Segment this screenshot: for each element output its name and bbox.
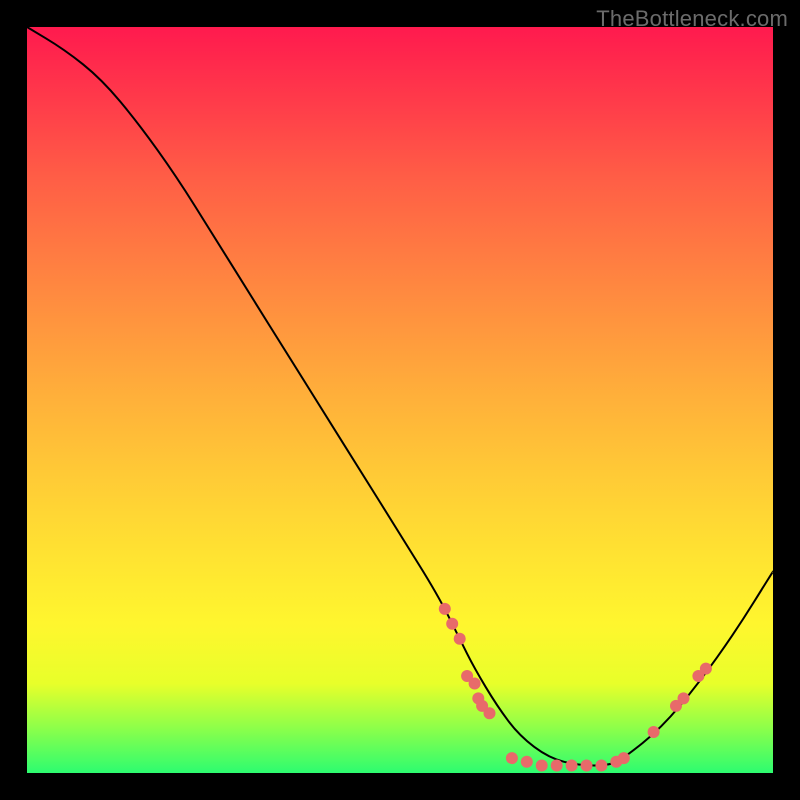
scatter-point bbox=[678, 692, 690, 704]
scatter-point bbox=[700, 663, 712, 675]
scatter-point bbox=[439, 603, 451, 615]
scatter-point bbox=[521, 756, 533, 768]
scatter-point bbox=[581, 760, 593, 772]
scatter-point bbox=[506, 752, 518, 764]
bottleneck-curve bbox=[27, 27, 773, 766]
scatter-point bbox=[454, 633, 466, 645]
chart-svg bbox=[27, 27, 773, 773]
scatter-point bbox=[536, 760, 548, 772]
watermark-text: TheBottleneck.com bbox=[596, 6, 788, 32]
scatter-point bbox=[648, 726, 660, 738]
scatter-point bbox=[469, 678, 481, 690]
scatter-point bbox=[484, 707, 496, 719]
scatter-point bbox=[566, 760, 578, 772]
scatter-point bbox=[595, 760, 607, 772]
scatter-point bbox=[551, 760, 563, 772]
scatter-points-group bbox=[439, 603, 712, 772]
scatter-point bbox=[446, 618, 458, 630]
scatter-point bbox=[618, 752, 630, 764]
chart-plot-area bbox=[27, 27, 773, 773]
